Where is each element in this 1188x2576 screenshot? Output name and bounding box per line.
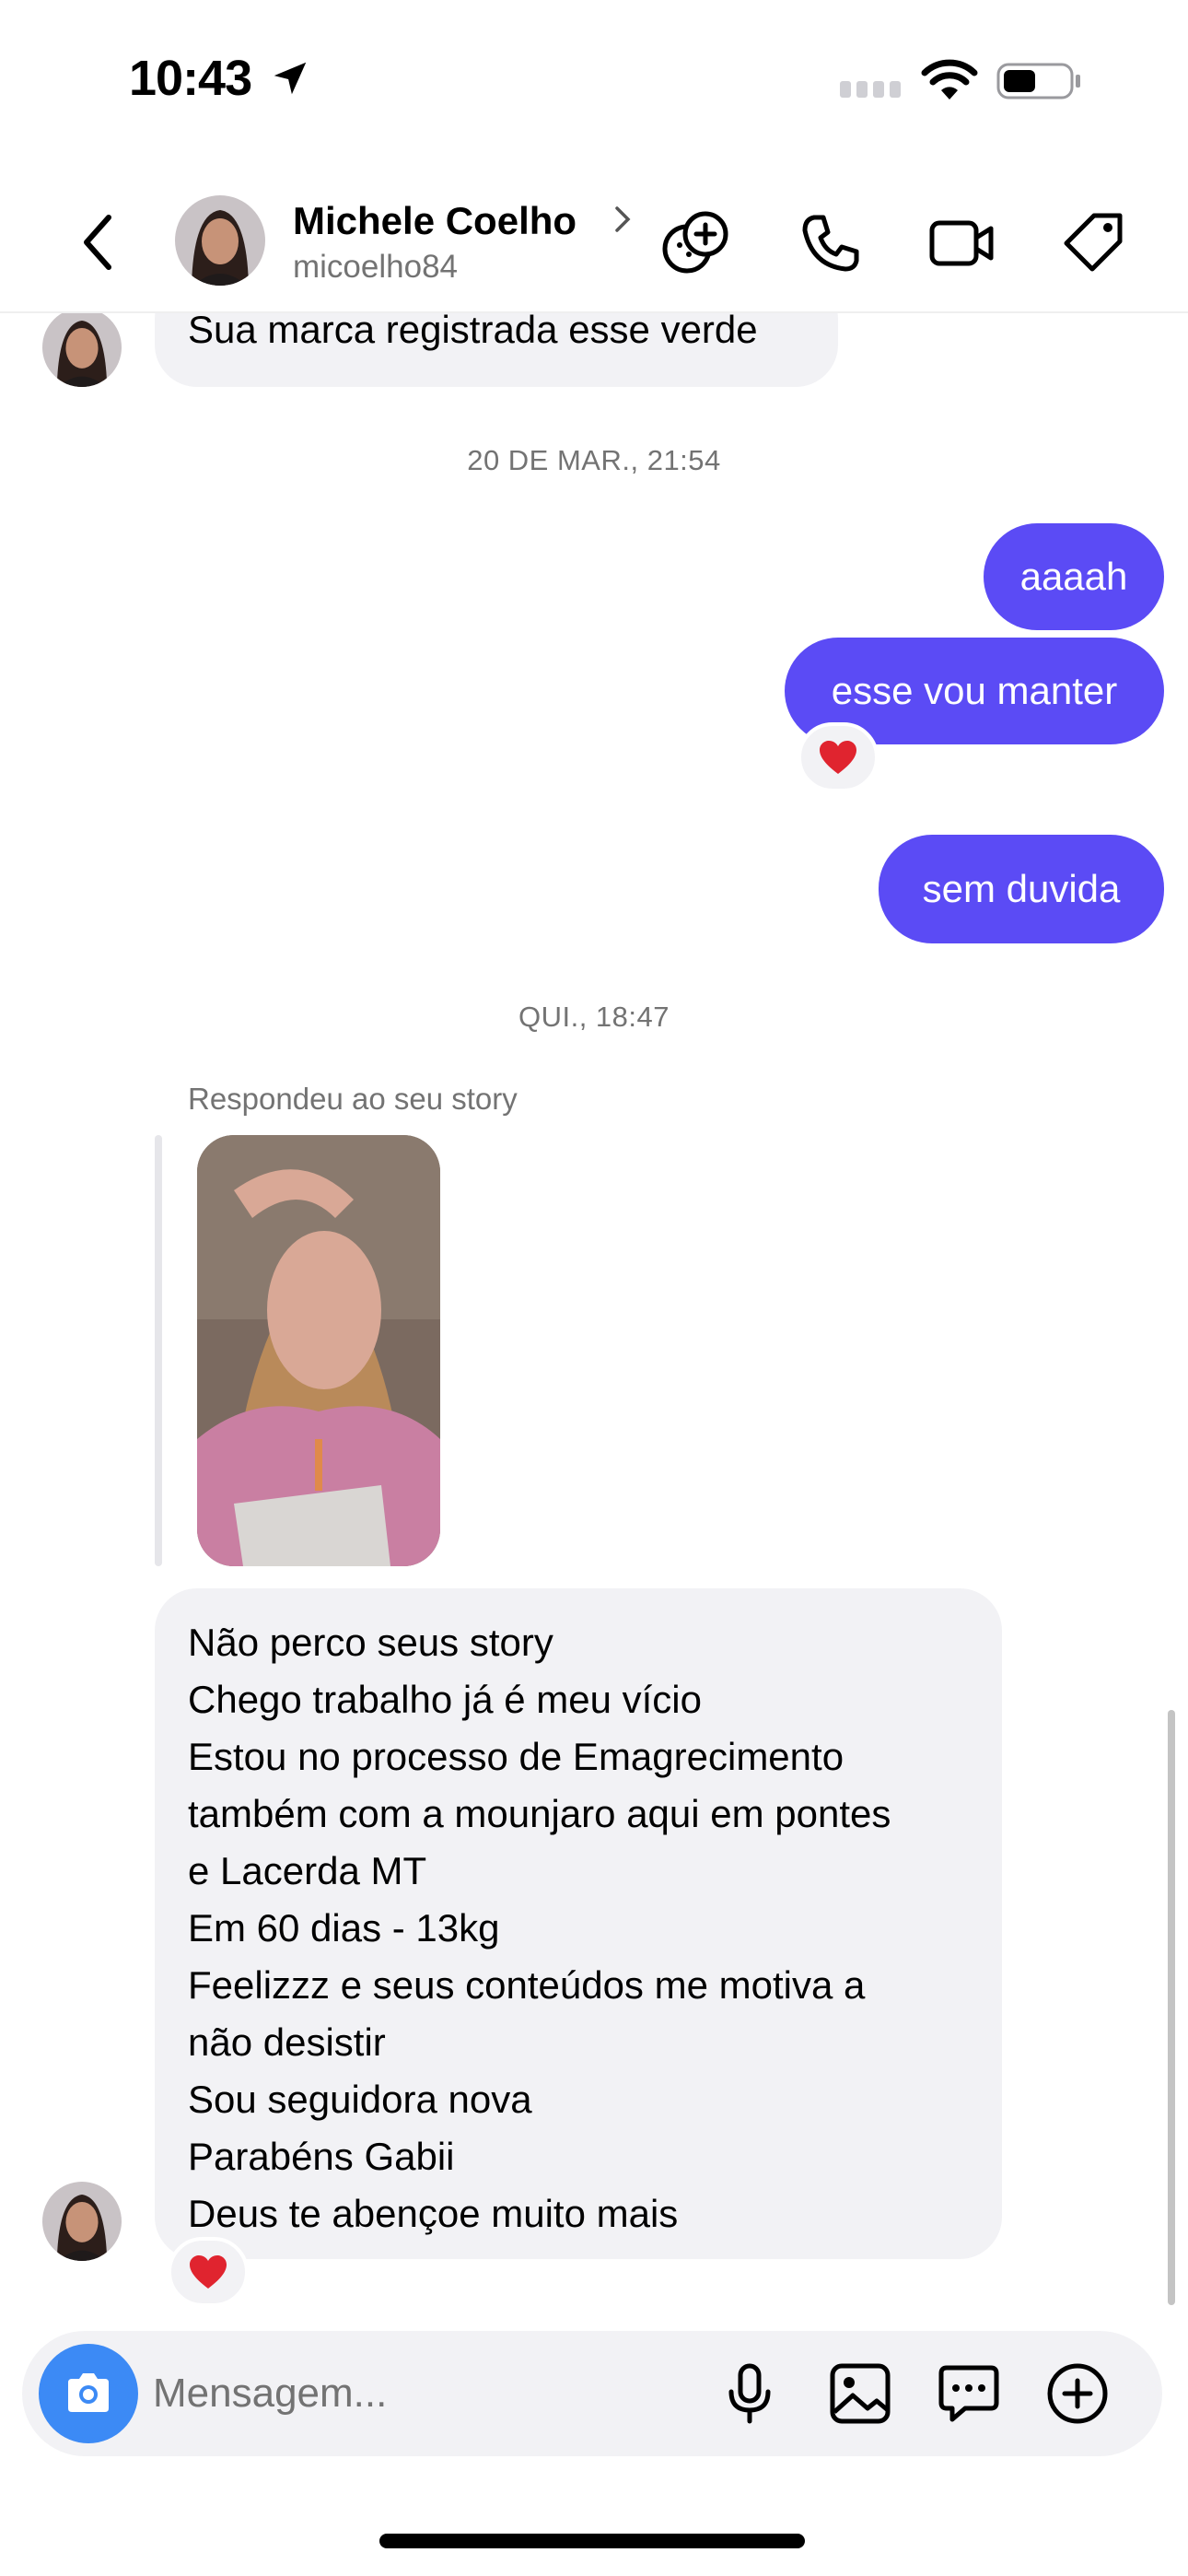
heart-icon: [820, 741, 856, 774]
contact-name[interactable]: Michele Coelho: [293, 199, 577, 243]
message-line: Parabéns Gabii: [188, 2135, 455, 2178]
message-line: Feelizzz e seus conteúdos me motiva a: [188, 1963, 866, 2007]
camera-button[interactable]: [39, 2344, 138, 2443]
message-line: e Lacerda MT: [188, 1849, 427, 1892]
location-arrow-icon: [274, 62, 307, 95]
signal-icon: [840, 81, 901, 98]
reply-indicator-line: [155, 1135, 162, 1566]
reaction-badge[interactable]: [168, 2237, 249, 2307]
timestamp: QUI., 18:47: [518, 1001, 670, 1033]
message-line: Em 60 dias - 13kg: [188, 1906, 500, 1950]
message-line: Estou no processo de Emagrecimento: [188, 1735, 844, 1778]
plus-circle-icon[interactable]: [1042, 2359, 1112, 2429]
timestamp: 20 DE MAR., 21:54: [467, 444, 721, 476]
message-line: Chego trabalho já é meu vício: [188, 1678, 702, 1721]
message-line: não desistir: [188, 2020, 386, 2064]
avatar[interactable]: [42, 2182, 122, 2261]
back-icon[interactable]: [76, 210, 120, 275]
chevron-right-icon: [615, 206, 631, 232]
scrollbar[interactable]: [1168, 1710, 1175, 2305]
message-composer: [22, 2331, 1162, 2456]
reaction-badge[interactable]: [798, 722, 879, 792]
sticker-icon[interactable]: [934, 2359, 1004, 2429]
contact-username[interactable]: micoelho84: [293, 249, 458, 286]
outgoing-message[interactable]: aaaah: [984, 523, 1164, 630]
story-reply-label: Respondeu ao seu story: [188, 1082, 518, 1116]
home-indicator[interactable]: [379, 2534, 805, 2548]
microphone-icon[interactable]: [715, 2359, 785, 2429]
avatar[interactable]: [175, 195, 265, 286]
message-line: Não perco seus story: [188, 1621, 553, 1664]
camera-icon: [68, 2373, 109, 2412]
message-line: Sou seguidora nova: [188, 2078, 532, 2121]
tag-icon[interactable]: [1057, 206, 1131, 280]
status-time: 10:43: [129, 51, 252, 106]
phone-icon[interactable]: [794, 206, 868, 280]
story-thumbnail[interactable]: [197, 1135, 440, 1566]
outgoing-message[interactable]: sem duvida: [879, 835, 1164, 943]
avatar[interactable]: [42, 308, 122, 387]
incoming-message[interactable]: Não perco seus story Chego trabalho já é…: [155, 1588, 1002, 2259]
message-input[interactable]: [153, 2364, 705, 2423]
effects-icon[interactable]: [658, 206, 731, 280]
wifi-icon: [921, 59, 978, 100]
message-line: também com a mounjaro aqui em pontes: [188, 1792, 891, 1835]
heart-icon: [190, 2255, 227, 2289]
video-icon[interactable]: [925, 206, 998, 280]
chat-header: Michele Coelho micoelho84: [0, 175, 1188, 313]
message-line: Deus te abençoe muito mais: [188, 2192, 679, 2235]
battery-icon: [996, 63, 1080, 100]
gallery-icon[interactable]: [825, 2359, 895, 2429]
status-bar: 10:43: [0, 0, 1188, 157]
